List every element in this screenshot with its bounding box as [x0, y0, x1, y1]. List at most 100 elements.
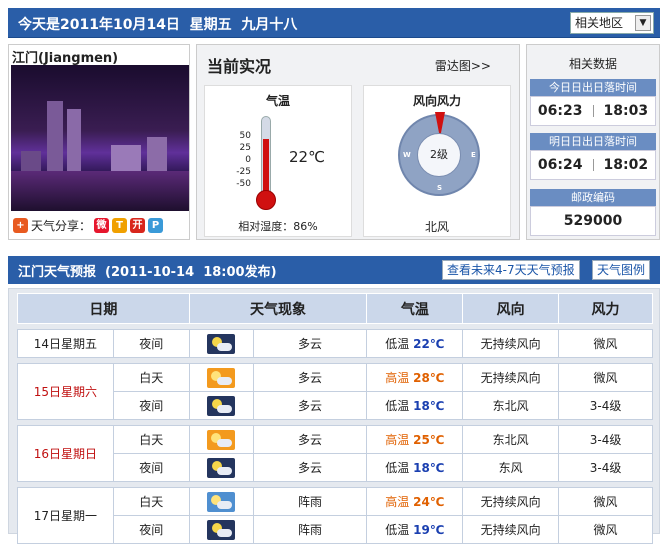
temperature-panel: 气温 50 25 0 -25 -50 22℃ 相对湿度：86% — [204, 85, 352, 237]
tomorrow-sun-block: 明日日出日落时间 06:24 18:02 — [530, 133, 656, 180]
night-cloudy-icon — [207, 457, 236, 478]
wind-panel: 风向风力 N W E S 2级 北风 — [363, 85, 511, 237]
row-date: 15日星期六 — [17, 363, 114, 420]
table-row: 15日星期六 白天 多云 高温 28℃ 无持续风向 微风 — [17, 363, 653, 420]
thermometer-bulb — [256, 190, 276, 210]
table-row: 16日星期日 白天 多云 高温 25℃ 东北风 3-4级 — [17, 425, 653, 482]
row-period: 白天 — [112, 425, 190, 454]
current-conditions-panel: 当前实况 雷达图>> 气温 50 25 0 -25 -50 22℃ 相对湿度：8… — [196, 44, 520, 240]
row-wind-dir: 无持续风向 — [462, 329, 560, 358]
row-temp: 高温 28℃ — [366, 363, 464, 392]
row-period: 夜间 — [112, 329, 190, 358]
row-temp: 低温 18℃ — [366, 391, 464, 420]
today-sunset: 18:03 — [603, 103, 649, 119]
weather-icon-cell — [188, 363, 254, 392]
row-period: 夜间 — [112, 391, 190, 420]
row-weather: 多云 — [252, 425, 368, 454]
row-temp: 低温 19℃ — [366, 515, 464, 544]
forecast-table: 日期 天气现象 气温 风向 风力 14日星期五 夜间 多云 低温 22℃ 无持续… — [17, 293, 653, 544]
date-text: 今天是2011年10月14日 星期五 九月十八 — [18, 17, 298, 33]
table-row: 夜间 多云 低温 18℃ 东风 3-4级 — [18, 453, 653, 482]
row-wind-dir: 无持续风向 — [462, 487, 560, 516]
row-wind-power: 微风 — [558, 487, 653, 516]
col-header-temp: 气温 — [366, 293, 464, 324]
row-wind-dir: 无持续风向 — [462, 515, 560, 544]
region-select-label: 相关地区 — [575, 16, 624, 30]
tomorrow-sun-label: 明日日出日落时间 — [530, 133, 656, 150]
row-wind-power: 微风 — [558, 363, 653, 392]
weather-legend-button[interactable]: 天气图例 — [592, 260, 651, 280]
row-period: 夜间 — [112, 515, 190, 544]
humidity-text: 相对湿度：86% — [238, 220, 318, 233]
tencent-icon[interactable]: T — [112, 218, 128, 233]
kaixin-icon[interactable]: 开 — [130, 218, 146, 233]
region-select[interactable]: 相关地区 ▼ — [570, 12, 654, 34]
row-weather: 多云 — [252, 391, 368, 420]
plus-icon[interactable]: + — [13, 218, 28, 233]
forecast-4-7-link[interactable]: 查看未来4-7天天气预报 — [442, 260, 580, 280]
weibo-icon[interactable]: 微 — [94, 218, 110, 233]
forecast-header-bar: 江门天气预报 (2011-10-14 18:00发布) 查看未来4-7天天气预报… — [8, 256, 660, 284]
weather-icon-cell — [188, 425, 254, 454]
row-temp: 低温 18℃ — [366, 453, 464, 482]
date-header-bar: 今天是2011年10月14日 星期五 九月十八 相关地区 ▼ — [8, 8, 660, 38]
wind-direction: 北风 — [424, 220, 449, 234]
share-label: 天气分享： — [31, 219, 92, 233]
renren-icon[interactable]: P — [148, 218, 164, 233]
tomorrow-sunset: 18:02 — [603, 157, 649, 173]
row-date: 14日星期五 — [17, 329, 114, 358]
col-header-date: 日期 — [17, 293, 190, 324]
row-wind-dir: 无持续风向 — [462, 363, 560, 392]
postal-label: 邮政编码 — [530, 189, 656, 206]
related-title: 相关数据 — [568, 57, 617, 71]
row-wind-dir: 东北风 — [462, 391, 560, 420]
thermometer-level — [263, 139, 269, 195]
row-weather: 阵雨 — [252, 515, 368, 544]
day-cloudy-icon — [207, 429, 236, 450]
row-wind-power: 微风 — [558, 515, 653, 544]
row-wind-dir: 东北风 — [462, 425, 560, 454]
day-cloudy-icon — [207, 367, 236, 388]
row-date: 17日星期一 — [17, 487, 114, 544]
table-row: 17日星期一 白天 阵雨 高温 24℃ 无持续风向 微风 — [17, 487, 653, 544]
city-photo — [11, 65, 189, 211]
col-header-wind-dir: 风向 — [462, 293, 560, 324]
row-weather: 多云 — [252, 453, 368, 482]
col-header-weather: 天气现象 — [188, 293, 368, 324]
radar-link[interactable]: 雷达图>> — [435, 57, 491, 74]
tomorrow-sunrise: 06:24 — [537, 157, 583, 173]
weather-icon-cell — [188, 391, 254, 420]
row-temp: 高温 25℃ — [366, 425, 464, 454]
postal-code: 529000 — [530, 206, 656, 236]
table-row: 14日星期五 夜间 多云 低温 22℃ 无持续风向 微风 — [17, 329, 653, 358]
today-sun-label: 今日日出日落时间 — [530, 79, 656, 96]
row-temp: 高温 24℃ — [366, 487, 464, 516]
row-weather: 多云 — [252, 363, 368, 392]
compass-icon: N W E S 2级 — [398, 112, 480, 196]
today-sun-block: 今日日出日落时间 06:23 18:03 — [530, 79, 656, 126]
row-period: 白天 — [112, 487, 190, 516]
related-data-panel: 相关数据 今日日出日落时间 06:23 18:03 明日日出日落时间 06:24 1… — [526, 44, 660, 240]
row-weather: 多云 — [252, 329, 368, 358]
weather-icon-cell — [188, 453, 254, 482]
thermometer-icon — [261, 116, 271, 196]
table-row: 夜间 多云 低温 18℃ 东北风 3-4级 — [18, 391, 653, 420]
postal-block: 邮政编码 529000 — [530, 189, 656, 236]
row-temp: 低温 22℃ — [366, 329, 464, 358]
temperature-title: 气温 — [265, 94, 290, 108]
forecast-title: 江门天气预报 (2011-10-14 18:00发布) — [18, 265, 277, 280]
city-name: 江门(Jiangmen) — [12, 51, 119, 66]
city-panel: 江门(Jiangmen) + 天气分享： 微 T 开 P — [8, 44, 190, 240]
row-wind-power: 3-4级 — [558, 391, 653, 420]
current-temperature: 22℃ — [289, 148, 325, 166]
weather-icon-cell — [188, 515, 254, 544]
chevron-down-icon[interactable]: ▼ — [635, 15, 651, 31]
night-cloudy-icon — [207, 333, 236, 354]
col-header-wind-power: 风力 — [558, 293, 653, 324]
table-header-row: 日期 天气现象 气温 风向 风力 — [17, 293, 653, 324]
row-date: 16日星期日 — [17, 425, 114, 482]
today-sunrise: 06:23 — [537, 103, 583, 119]
night-cloudy-icon — [207, 395, 236, 416]
thermometer-scale: 50 25 0 -25 -50 — [236, 131, 251, 189]
wind-title: 风向风力 — [412, 94, 461, 108]
